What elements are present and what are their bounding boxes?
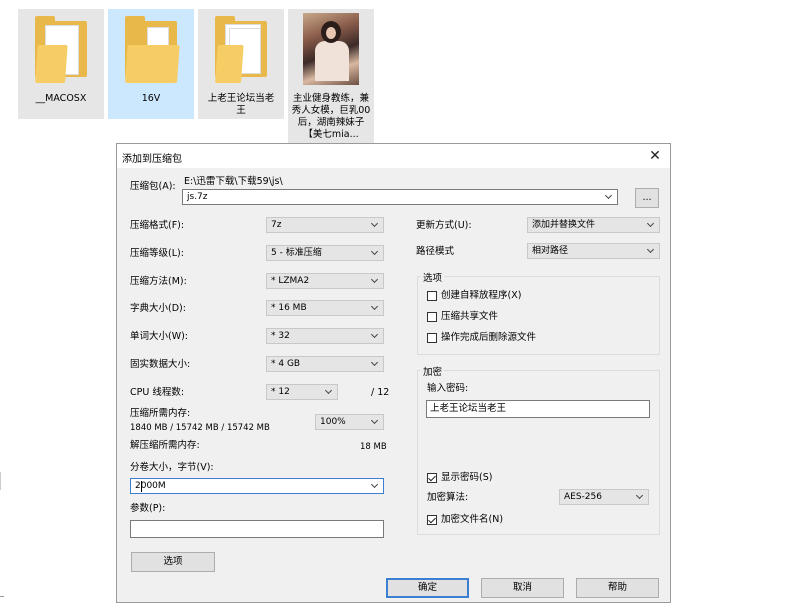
chevron-down-icon xyxy=(370,329,380,343)
update-value: 添加并替换文件 xyxy=(532,220,596,230)
format-select[interactable]: 7z xyxy=(266,217,384,233)
cancel-button[interactable]: 取消 xyxy=(481,578,564,598)
file-name: __MACOSX xyxy=(35,93,87,104)
dict-select[interactable]: * 16 MB xyxy=(266,300,384,316)
mem-compress-detail: 1840 MB / 15742 MB / 15742 MB xyxy=(130,423,270,433)
solid-label: 固实数据大小: xyxy=(130,359,191,370)
threads-label: CPU 线程数: xyxy=(130,387,185,398)
file-name: 主业健身教练，兼秀人女模，巨乳00后，湖南辣妹子【美七mia... xyxy=(291,93,371,140)
mem-percent-value: 100% xyxy=(320,417,346,427)
chevron-down-icon xyxy=(324,385,334,399)
password-input[interactable]: 上老王论坛当老王 xyxy=(426,400,650,418)
word-value: * 32 xyxy=(271,331,290,341)
method-label: 压缩方法(M): xyxy=(130,276,187,287)
file-name: 16V xyxy=(141,93,161,104)
method-value: * LZMA2 xyxy=(271,276,310,286)
desktop-marker xyxy=(0,472,1,490)
path-mode-label: 路径模式 xyxy=(416,246,455,257)
encrypt-names-label: 加密文件名(N) xyxy=(441,514,504,525)
mem-decompress-label: 解压缩所需内存: xyxy=(130,440,200,451)
threads-value: * 12 xyxy=(271,387,290,397)
chevron-down-icon xyxy=(370,479,380,493)
chevron-down-icon xyxy=(370,218,380,232)
encryption-method-value: AES-256 xyxy=(564,492,602,502)
chevron-down-icon xyxy=(604,190,614,204)
sfx-checkbox[interactable] xyxy=(427,291,437,301)
chevron-down-icon xyxy=(370,301,380,315)
level-label: 压缩等级(L): xyxy=(130,248,184,259)
text-cursor xyxy=(141,481,142,492)
chevron-down-icon xyxy=(370,246,380,260)
chevron-down-icon xyxy=(646,218,656,232)
mem-percent-select[interactable]: 100% xyxy=(315,414,384,430)
password-label: 输入密码: xyxy=(427,383,469,394)
folder-icon xyxy=(35,16,87,83)
params-label: 参数(P): xyxy=(130,503,166,514)
path-mode-select[interactable]: 相对路径 xyxy=(527,243,660,259)
encryption-group-title: 加密 xyxy=(421,364,445,378)
shared-checkbox[interactable] xyxy=(427,312,437,322)
file-16v[interactable]: 16V xyxy=(108,9,194,119)
chevron-down-icon xyxy=(370,357,380,371)
delete-after-checkbox[interactable] xyxy=(427,333,437,343)
desktop-marker xyxy=(0,596,4,597)
add-to-archive-dialog: 添加到压缩包 ✕ 压缩包(A): E:\迅雷下载\下载59\js\ js.7z … xyxy=(116,143,671,603)
file-macosx[interactable]: __MACOSX xyxy=(18,9,104,119)
archive-label: 压缩包(A): xyxy=(130,181,176,192)
folder-icon xyxy=(125,16,180,83)
ok-button[interactable]: 确定 xyxy=(386,578,469,598)
solid-select[interactable]: * 4 GB xyxy=(266,356,384,372)
options-group-title: 选项 xyxy=(421,270,445,284)
split-label: 分卷大小，字节(V): xyxy=(130,462,214,473)
chevron-down-icon xyxy=(370,415,380,429)
solid-value: * 4 GB xyxy=(271,359,301,369)
format-label: 压缩格式(F): xyxy=(130,220,185,231)
file-video[interactable]: 主业健身教练，兼秀人女模，巨乳00后，湖南辣妹子【美七mia... xyxy=(288,9,374,145)
dict-label: 字典大小(D): xyxy=(130,303,186,314)
file-name: 上老王论坛当老王 xyxy=(207,93,275,116)
encrypt-names-checkbox[interactable] xyxy=(427,515,437,525)
dict-value: * 16 MB xyxy=(271,303,307,313)
close-icon[interactable]: ✕ xyxy=(644,146,666,166)
word-select[interactable]: * 32 xyxy=(266,328,384,344)
update-label: 更新方式(U): xyxy=(416,220,472,231)
path-mode-value: 相对路径 xyxy=(532,246,569,256)
params-input[interactable] xyxy=(130,520,384,538)
archive-path: E:\迅雷下载\下载59\js\ xyxy=(184,176,283,187)
file-laowang[interactable]: 上老王论坛当老王 xyxy=(198,9,284,119)
threads-select[interactable]: * 12 xyxy=(266,384,338,400)
sfx-label: 创建自释放程序(X) xyxy=(441,290,522,301)
split-volume-combo[interactable]: 2000M xyxy=(130,478,384,494)
show-password-checkbox[interactable] xyxy=(427,473,437,483)
chevron-down-icon xyxy=(646,244,656,258)
method-select[interactable]: * LZMA2 xyxy=(266,273,384,289)
level-value: 5 - 标准压缩 xyxy=(271,248,322,258)
encryption-method-select[interactable]: AES-256 xyxy=(559,489,649,505)
help-button[interactable]: 帮助 xyxy=(576,578,659,598)
shared-label: 压缩共享文件 xyxy=(441,311,499,322)
archive-filename: js.7z xyxy=(187,192,208,202)
thumbnail-image xyxy=(303,13,359,85)
delete-after-label: 操作完成后删除源文件 xyxy=(441,332,537,343)
threads-max: / 12 xyxy=(371,387,390,398)
chevron-down-icon xyxy=(635,490,645,504)
mem-decompress-value: 18 MB xyxy=(360,442,387,452)
dialog-title: 添加到压缩包 xyxy=(122,154,182,165)
mem-compress-label: 压缩所需内存: xyxy=(130,408,191,419)
update-select[interactable]: 添加并替换文件 xyxy=(527,217,660,233)
format-value: 7z xyxy=(271,220,282,230)
archive-filename-combo[interactable]: js.7z xyxy=(182,189,618,205)
options-button[interactable]: 选项 xyxy=(131,552,215,572)
word-label: 单词大小(W): xyxy=(130,331,189,342)
level-select[interactable]: 5 - 标准压缩 xyxy=(266,245,384,261)
split-value: 2000M xyxy=(135,481,166,491)
title-bar: 添加到压缩包 ✕ xyxy=(117,144,670,168)
encryption-method-label: 加密算法: xyxy=(427,492,469,503)
chevron-down-icon xyxy=(370,274,380,288)
browse-button[interactable]: ... xyxy=(635,188,659,208)
folder-icon xyxy=(215,16,267,83)
show-password-label: 显示密码(S) xyxy=(441,472,493,483)
